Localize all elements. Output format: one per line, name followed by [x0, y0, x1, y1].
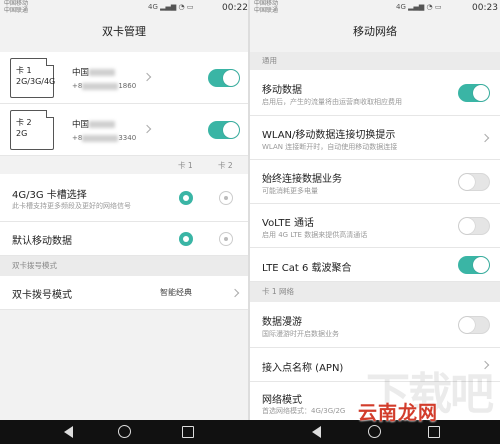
- sim2-row[interactable]: 卡 2 2G 中国 +8 3340: [0, 104, 248, 156]
- carrier-names: 中国移动 中国联通: [254, 0, 279, 14]
- sim2-number-suffix: 3340: [118, 134, 137, 142]
- carrier-names: 中国移动 中国联通: [4, 0, 29, 14]
- section-dial-mode: 双卡拨号模式: [0, 256, 248, 276]
- roaming-toggle[interactable]: [458, 316, 490, 334]
- watermark: 云南龙网: [358, 402, 439, 424]
- back-icon[interactable]: [64, 426, 73, 438]
- home-icon[interactable]: [118, 425, 131, 438]
- recent-apps-icon[interactable]: [428, 426, 440, 438]
- sim2-toggle[interactable]: [208, 121, 240, 139]
- column-card2: 卡 2: [218, 161, 233, 170]
- carrier-2: 中国联通: [4, 6, 29, 14]
- lte-cat6-title: LTE Cat 6 载波聚合: [262, 263, 352, 274]
- signal-type: 4G: [148, 3, 158, 11]
- slot-card1-radio[interactable]: [179, 191, 193, 205]
- roaming-row[interactable]: 数据漫游 国际漫游时开启数据业务: [250, 302, 500, 348]
- default-data-row: 默认移动数据: [0, 222, 248, 256]
- volte-subtitle: 启用 4G LTE 数据来提供高清通话: [262, 231, 368, 239]
- page-title: 双卡管理: [0, 16, 248, 48]
- sim1-name: 中国: [72, 66, 116, 78]
- wlan-switch-title: WLAN/移动数据连接切换提示: [262, 130, 396, 141]
- sim-card-icon: 卡 2 2G: [10, 110, 54, 150]
- sim1-number: +8 1860: [72, 82, 136, 90]
- mobile-data-subtitle: 启用后，产生的流量将由运营商收取相应费用: [262, 98, 402, 106]
- volte-toggle[interactable]: [458, 217, 490, 235]
- column-card1: 卡 1: [178, 161, 193, 170]
- battery-icon: ▭: [186, 3, 194, 11]
- mobile-data-toggle[interactable]: [458, 84, 490, 102]
- chevron-right-icon: [230, 288, 240, 298]
- roaming-title: 数据漫游: [262, 317, 302, 328]
- slot-select-subtitle: 此卡槽支持更多频段及更好的网络信号: [12, 202, 131, 210]
- apn-title: 接入点名称 (APN): [262, 363, 344, 374]
- dial-mode-title: 双卡拨号模式: [12, 290, 72, 301]
- network-mode-title: 网络模式: [262, 395, 302, 406]
- chevron-right-icon: [142, 124, 152, 134]
- sim-card-icon: 卡 1 2G/3G/4G: [10, 58, 56, 98]
- recent-apps-icon[interactable]: [182, 426, 194, 438]
- sim2-number-prefix: +8: [72, 134, 83, 142]
- sim1-name-text: 中国: [72, 68, 90, 78]
- wlan-switch-subtitle: WLAN 连接断开时，自动使用移动数据连接: [262, 143, 398, 151]
- status-icons: 4G ▂▄▆ ◔ ▭: [396, 3, 441, 11]
- card-column-headers: 卡 1 卡 2: [0, 156, 248, 174]
- sim2-network-label: 2G: [16, 129, 28, 138]
- default-data-card2-radio[interactable]: [219, 232, 233, 246]
- page-title: 移动网络: [250, 16, 500, 48]
- status-bar: 中国移动 中国联通 4G ▂▄▆ ◔ ▭ 00:23: [250, 0, 500, 16]
- sim1-number-prefix: +8: [72, 82, 83, 90]
- slot-select-row: 4G/3G 卡槽选择 此卡槽支持更多频段及更好的网络信号: [0, 174, 248, 222]
- sim2-icon-label: 卡 2: [16, 118, 32, 127]
- always-on-row[interactable]: 始终连接数据业务 可能消耗更多电量: [250, 160, 500, 204]
- sim1-row[interactable]: 卡 1 2G/3G/4G 中国 +8 1860: [0, 52, 248, 104]
- dial-mode-row[interactable]: 双卡拨号模式 智能经典: [0, 276, 248, 310]
- volte-title: VoLTE 通话: [262, 218, 314, 229]
- default-data-title: 默认移动数据: [12, 236, 72, 247]
- slot-card2-radio[interactable]: [219, 191, 233, 205]
- slot-select-title: 4G/3G 卡槽选择: [12, 190, 87, 201]
- section-general: 通用: [250, 52, 500, 70]
- signal-icon: ▂▄▆: [408, 3, 425, 11]
- wifi-icon: ◔: [426, 3, 433, 11]
- network-mode-subtitle: 首选网络模式：4G/3G/2G: [262, 407, 346, 415]
- status-icons: 4G ▂▄▆ ◔ ▭: [148, 3, 193, 11]
- sim2-name-text: 中国: [72, 120, 90, 130]
- always-on-toggle[interactable]: [458, 173, 490, 191]
- lte-cat6-row[interactable]: LTE Cat 6 载波聚合: [250, 248, 500, 282]
- dial-mode-value: 智能经典: [160, 288, 192, 297]
- mobile-data-title: 移动数据: [262, 85, 302, 96]
- dual-sim-management-screen: 中国移动 中国联通 4G ▂▄▆ ◔ ▭ 00:22 双卡管理 卡 1 2G/3…: [0, 0, 248, 420]
- chevron-right-icon: [142, 72, 152, 82]
- sim2-name: 中国: [72, 118, 116, 130]
- sim1-icon-label: 卡 1: [16, 66, 32, 75]
- mobile-data-row[interactable]: 移动数据 启用后，产生的流量将由运营商收取相应费用: [250, 70, 500, 116]
- clock: 00:23: [472, 3, 498, 13]
- clock: 00:22: [222, 3, 248, 13]
- sim1-network-label: 2G/3G/4G: [16, 77, 56, 86]
- chevron-right-icon: [480, 133, 490, 143]
- sim1-toggle[interactable]: [208, 69, 240, 87]
- always-on-title: 始终连接数据业务: [262, 174, 342, 185]
- section-card1-network: 卡 1 网络: [250, 282, 500, 302]
- carrier-2: 中国联通: [254, 6, 279, 14]
- volte-row[interactable]: VoLTE 通话 启用 4G LTE 数据来提供高清通话: [250, 204, 500, 248]
- status-bar: 中国移动 中国联通 4G ▂▄▆ ◔ ▭ 00:22: [0, 0, 248, 16]
- wifi-icon: ◔: [178, 3, 185, 11]
- wlan-switch-row[interactable]: WLAN/移动数据连接切换提示 WLAN 连接断开时，自动使用移动数据连接: [250, 116, 500, 160]
- default-data-card1-radio[interactable]: [179, 232, 193, 246]
- signal-icon: ▂▄▆: [160, 3, 177, 11]
- mobile-network-screen: 中国移动 中国联通 4G ▂▄▆ ◔ ▭ 00:23 移动网络 通用 移动数据 …: [250, 0, 500, 420]
- always-on-subtitle: 可能消耗更多电量: [262, 187, 318, 195]
- home-icon[interactable]: [368, 425, 381, 438]
- lte-cat6-toggle[interactable]: [458, 256, 490, 274]
- sim1-number-suffix: 1860: [118, 82, 137, 90]
- battery-icon: ▭: [434, 3, 442, 11]
- back-icon[interactable]: [312, 426, 321, 438]
- sim2-number: +8 3340: [72, 134, 136, 142]
- roaming-subtitle: 国际漫游时开启数据业务: [262, 330, 339, 338]
- signal-type: 4G: [396, 3, 406, 11]
